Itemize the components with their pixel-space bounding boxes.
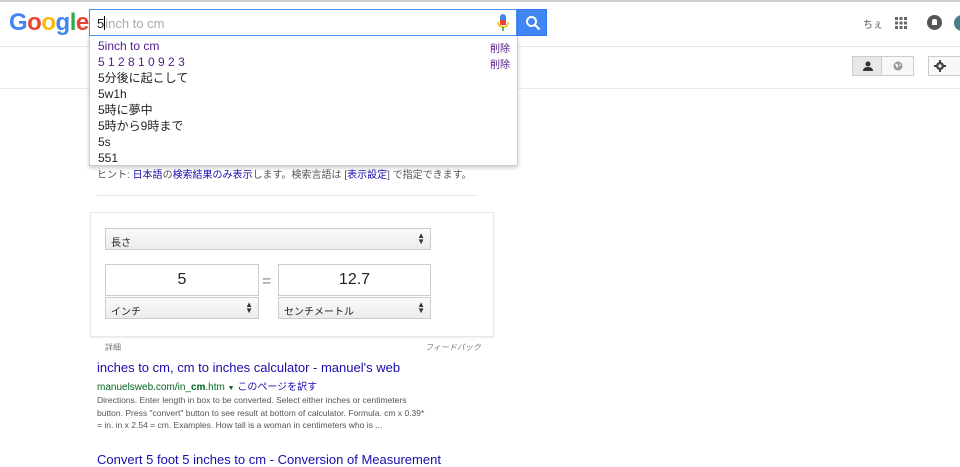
person-icon	[863, 61, 873, 71]
updown-chevron-icon: ▲ ▼	[417, 231, 425, 246]
remove-suggestion-link[interactable]: 削除	[490, 40, 510, 55]
updown-chevron-icon: ▲ ▼	[417, 300, 425, 315]
measure-category-select[interactable]: 長さ ▲ ▼	[105, 228, 431, 250]
suggestion-item[interactable]: 5時から9時まで	[98, 119, 183, 133]
apps-grid-icon[interactable]	[895, 17, 907, 29]
suggestion-item[interactable]: 551	[98, 151, 118, 165]
search-autocomplete-hint: inch to cm	[105, 16, 165, 31]
suggestion-item[interactable]: 5s	[98, 135, 111, 149]
language-hint: ヒント: 日本語の検索結果のみ表示します。検索言語は [表示設定] で指定できま…	[97, 170, 472, 181]
magnifier-icon	[526, 16, 541, 31]
result-snippet: Directions. Enter length in box to be co…	[97, 395, 425, 430]
settings-button[interactable]	[928, 56, 960, 76]
feedback-link[interactable]: フィードバック	[425, 342, 481, 353]
suggestion-item[interactable]: 5w1h	[98, 87, 127, 101]
divider	[97, 195, 477, 196]
suggestion-item[interactable]: 5時に夢中	[98, 103, 153, 117]
details-link[interactable]: 詳細	[105, 342, 121, 353]
result-title-link[interactable]: inches to cm, cm to inches calculator - …	[97, 360, 400, 375]
search-typed-text: 5	[97, 16, 105, 31]
equals-sign: =	[262, 273, 272, 290]
search-button[interactable]	[517, 9, 547, 36]
microphone-icon[interactable]	[496, 14, 510, 32]
from-value-input[interactable]: 5	[105, 264, 259, 296]
suggestion-item[interactable]: 5inch to cm	[98, 39, 159, 53]
suggestion-item[interactable]: 5分後に起こして	[98, 71, 188, 85]
account-name-text[interactable]: ちぇ	[863, 16, 883, 31]
language-settings-link[interactable]: 表示設定	[347, 170, 387, 181]
from-unit-select[interactable]: インチ ▲ ▼	[105, 297, 259, 319]
google-logo[interactable]: Google	[9, 11, 89, 35]
personal-results-button[interactable]	[852, 56, 882, 76]
globe-icon	[893, 61, 903, 71]
to-unit-select[interactable]: センチメートル ▲ ▼	[278, 297, 431, 319]
gear-icon	[934, 60, 946, 72]
dropdown-triangle-icon[interactable]: ▼	[228, 385, 235, 392]
translate-page-link[interactable]: このページを訳す	[237, 382, 317, 393]
japanese-only-link[interactable]: 検索結果のみ表示	[173, 170, 253, 181]
suggestion-item[interactable]: 5 1 2 8 1 0 9 2 3	[98, 55, 185, 69]
search-input[interactable]: 5inch to cm	[89, 9, 517, 36]
autocomplete-dropdown: 5inch to cm 削除 5 1 2 8 1 0 9 2 3 削除 5分後に…	[89, 36, 518, 166]
remove-suggestion-link[interactable]: 削除	[490, 56, 510, 71]
updown-chevron-icon: ▲ ▼	[245, 300, 253, 315]
hide-personal-results-button[interactable]	[882, 56, 914, 76]
result-url: manuelsweb.com/in_cm.htm ▼ このページを訳す	[97, 382, 318, 393]
to-value-input[interactable]: 12.7	[278, 264, 431, 296]
japanese-link[interactable]: 日本語	[133, 170, 163, 181]
notification-bell-icon[interactable]	[927, 15, 942, 30]
